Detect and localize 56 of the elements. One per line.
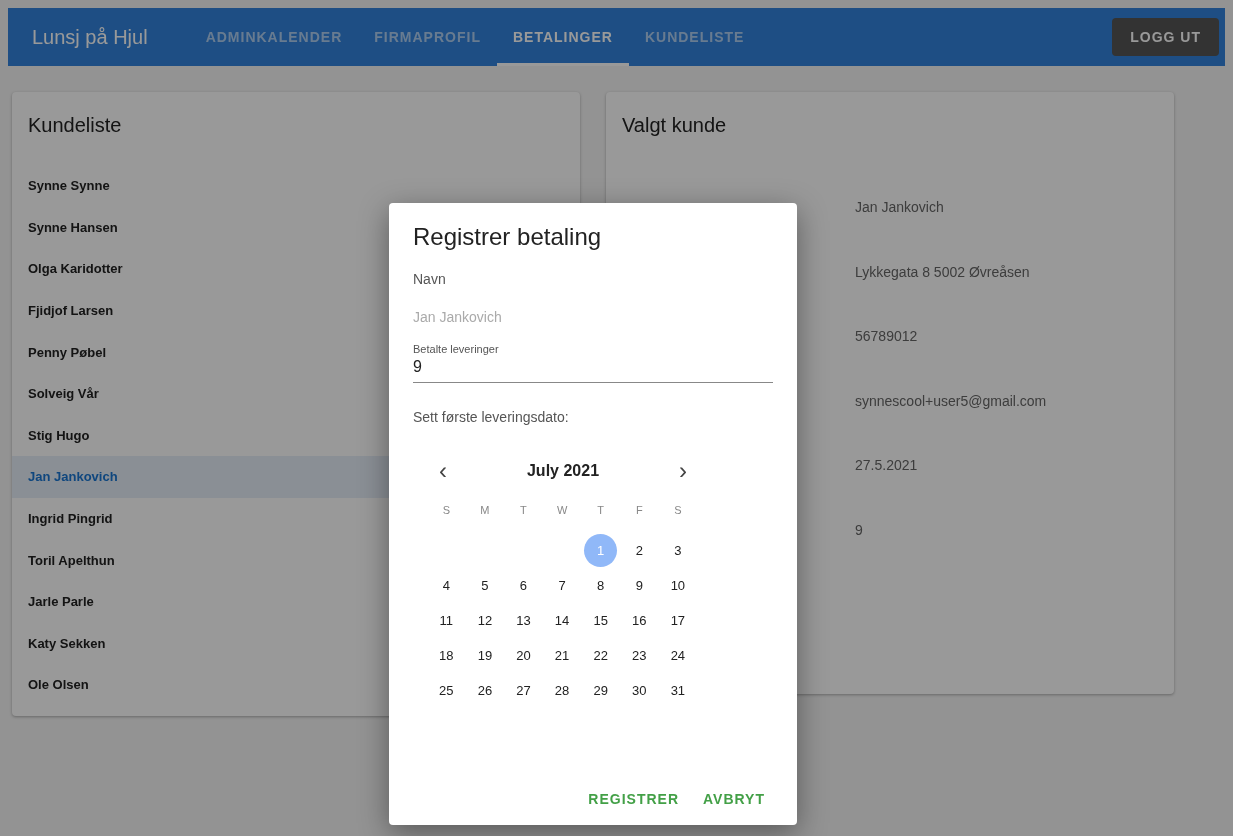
calendar-day[interactable]: 17 [661, 604, 695, 637]
calendar-day[interactable]: 10 [661, 569, 695, 602]
calendar-day[interactable]: 20 [507, 639, 540, 672]
customer-detail: 9 [855, 521, 864, 540]
calendar-day[interactable]: 23 [622, 639, 656, 672]
calendar-day[interactable]: 16 [622, 604, 656, 637]
calendar-day[interactable]: 18 [429, 639, 463, 672]
customer-detail: 27.5.2021 [855, 457, 919, 476]
app-title: Lunsj på Hjul [32, 24, 148, 50]
calendar-day[interactable]: 28 [545, 674, 579, 707]
calendar-day[interactable]: 19 [468, 639, 502, 672]
calendar-day[interactable]: 12 [468, 604, 502, 637]
calendar-day[interactable]: 7 [545, 569, 579, 602]
calendar-day[interactable]: 3 [661, 534, 695, 567]
calendar-day[interactable]: 27 [507, 674, 540, 707]
calendar-day[interactable]: 6 [507, 569, 540, 602]
weekday-label: W [555, 503, 569, 518]
calendar-day[interactable]: 8 [584, 569, 618, 602]
paid-deliveries-field[interactable]: 9 [413, 358, 773, 383]
name-value: Jan Jankovich [413, 309, 503, 325]
calendar-day[interactable]: 15 [584, 604, 618, 637]
card-title: Kundeliste [27, 113, 123, 138]
customer-detail: Lykkegata 8 5002 Øvreåsen [855, 263, 1031, 282]
calendar-day[interactable]: 29 [584, 674, 618, 707]
calendar-day[interactable]: 13 [507, 604, 540, 637]
calendar-day[interactable]: 9 [622, 569, 656, 602]
date-label: Sett første leveringsdato: [413, 409, 570, 425]
calendar-day[interactable]: 11 [429, 604, 463, 637]
weekday-label: M [479, 503, 491, 518]
field-label: Betalte leveringer [413, 343, 500, 355]
next-month-button[interactable]: › [673, 457, 693, 485]
previous-month-button[interactable]: ‹ [433, 457, 453, 485]
calendar-day[interactable]: 24 [661, 639, 695, 672]
calendar-day[interactable]: 2 [622, 534, 656, 567]
calendar-day[interactable]: 26 [468, 674, 502, 707]
customer-detail: synnescool+user5@gmail.com [855, 392, 1048, 411]
weekday-label: S [441, 503, 451, 518]
calendar-day[interactable]: 25 [429, 674, 463, 707]
customer-item[interactable]: Synne Synne [12, 165, 580, 207]
dialog-title: Registrer betaling [413, 223, 603, 251]
weekday-label: T [519, 503, 528, 518]
weekday-label: S [673, 503, 683, 518]
calendar-day[interactable]: 22 [584, 639, 618, 672]
calendar-day[interactable]: 5 [468, 569, 502, 602]
calendar-day[interactable]: 14 [545, 604, 579, 637]
calendar-day[interactable]: 31 [661, 674, 695, 707]
name-label: Navn [413, 271, 447, 287]
calendar-day[interactable]: 21 [545, 639, 579, 672]
weekday-label: T [596, 503, 606, 518]
calendar-day[interactable]: 4 [429, 569, 463, 602]
weekday-label: F [634, 503, 644, 518]
customer-detail: Jan Jankovich [855, 199, 945, 217]
calendar-day[interactable]: 30 [622, 674, 656, 707]
card-title: Valgt kunde [621, 113, 728, 138]
customer-detail: 56789012 [855, 328, 919, 347]
logout-button[interactable]: LOGG UT [1112, 18, 1219, 56]
